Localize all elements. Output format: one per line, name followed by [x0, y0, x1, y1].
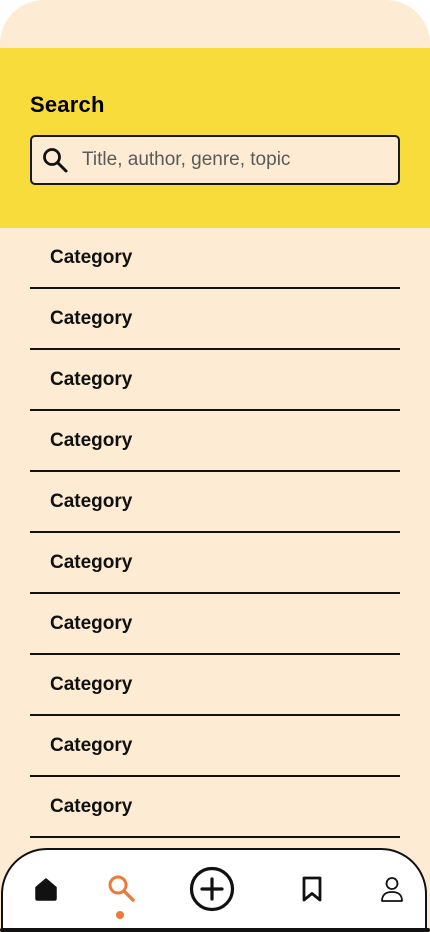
category-item[interactable]: Category: [30, 289, 400, 350]
category-item[interactable]: Category: [30, 472, 400, 533]
category-item[interactable]: Category: [30, 716, 400, 777]
nav-bookmarks-button[interactable]: [295, 874, 329, 908]
bookmark-icon: [300, 875, 324, 908]
search-box[interactable]: [30, 135, 400, 185]
user-icon: [379, 875, 405, 908]
search-screen: Search Category Category Category Catego…: [0, 0, 430, 932]
home-icon: [33, 876, 59, 907]
active-indicator-dot: [116, 911, 124, 919]
category-item[interactable]: Category: [30, 777, 400, 838]
nav-add-button[interactable]: [187, 866, 237, 916]
category-item[interactable]: Category: [30, 655, 400, 716]
category-item[interactable]: Category: [30, 594, 400, 655]
home-indicator: [0, 928, 430, 932]
nav-home-button[interactable]: [29, 874, 63, 908]
category-item[interactable]: Category: [30, 350, 400, 411]
search-icon: [40, 145, 70, 175]
search-input[interactable]: [82, 149, 382, 171]
plus-circle-icon: [188, 865, 236, 918]
category-item[interactable]: Category: [30, 533, 400, 594]
search-icon: [106, 873, 136, 908]
nav-search-button[interactable]: [103, 872, 139, 908]
page-title: Search: [30, 92, 105, 117]
bottom-nav: [1, 848, 427, 932]
nav-profile-button[interactable]: [375, 874, 409, 908]
category-list: Category Category Category Category Cate…: [30, 228, 400, 838]
category-item[interactable]: Category: [30, 411, 400, 472]
category-item[interactable]: Category: [30, 228, 400, 289]
